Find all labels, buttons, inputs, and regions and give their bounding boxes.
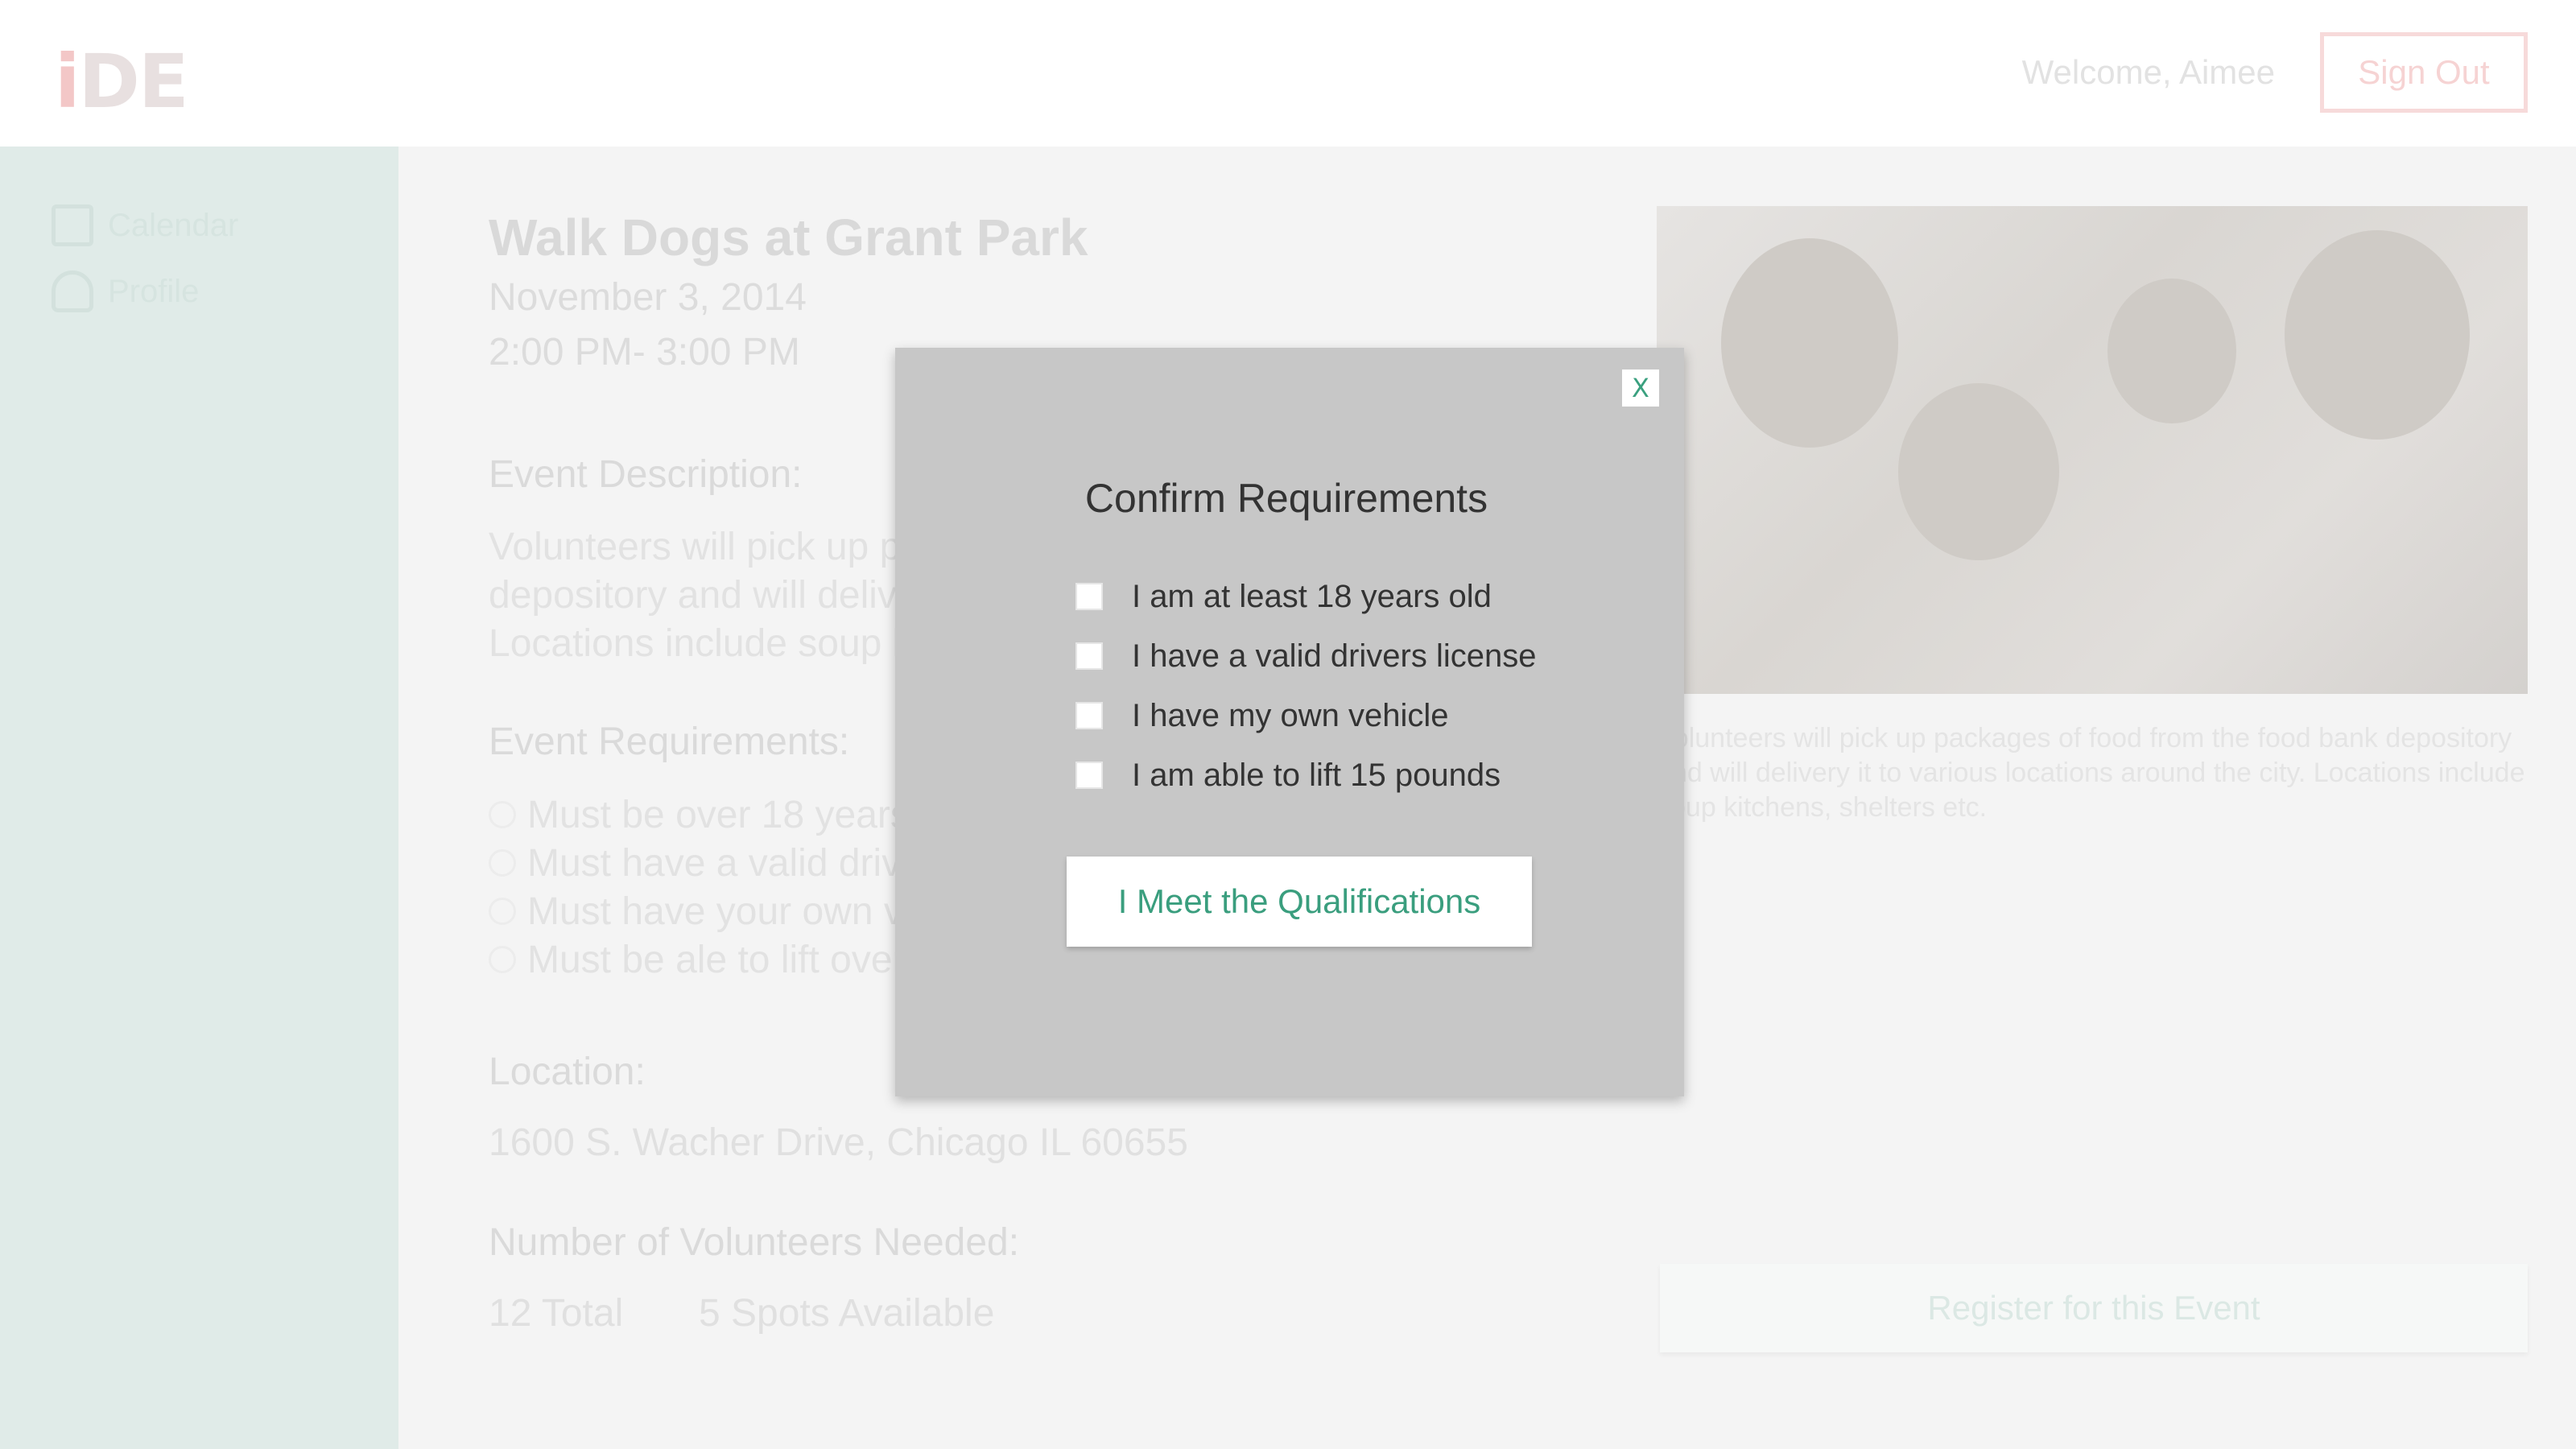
volunteers-total: 12 Total [489,1292,624,1335]
close-button[interactable]: X [1622,369,1659,407]
sidebar: Calendar Profile [0,147,398,1449]
register-button[interactable]: Register for this Event [1660,1264,2528,1352]
event-location: 1600 S. Wacher Drive, Chicago IL 60655 [489,1121,1188,1164]
requirements-checklist: I am at least 18 years old I have a vali… [1075,567,1536,805]
bullet-icon [489,801,516,828]
checkbox-row[interactable]: I have a valid drivers license [1075,626,1536,686]
modal-title: Confirm Requirements [1084,476,1488,521]
bullet-icon [489,946,516,973]
requirements-heading: Event Requirements: [489,720,850,763]
person-icon [52,270,93,312]
logo[interactable]: iDE [55,39,189,125]
sidebar-item-label: Profile [108,273,200,309]
bullet-icon [489,849,516,877]
sign-out-button[interactable]: Sign Out [2320,32,2528,113]
checkbox[interactable] [1075,583,1103,610]
location-heading: Location: [489,1051,646,1093]
sidebar-item-profile[interactable]: Profile [52,270,199,312]
checkbox[interactable] [1075,642,1103,670]
event-time: 2:00 PM- 3:00 PM [489,331,800,374]
bullet-icon [489,898,516,925]
event-photo-caption: Volunteers will pick up packages of food… [1657,723,2525,823]
checkbox-label: I have my own vehicle [1132,697,1449,733]
checkbox-row[interactable]: I am at least 18 years old [1075,567,1536,626]
confirm-requirements-modal: X Confirm Requirements I am at least 18 … [895,348,1684,1096]
checkbox[interactable] [1075,762,1103,789]
top-header: iDE Welcome, Aimee Sign Out [0,0,2576,147]
sidebar-item-calendar[interactable]: Calendar [52,204,238,246]
volunteers-available: 5 Spots Available [699,1292,995,1335]
checkbox[interactable] [1075,702,1103,729]
checkbox-label: I am able to lift 15 pounds [1132,757,1501,793]
checkbox-row[interactable]: I have my own vehicle [1075,686,1536,745]
event-photo [1657,206,2528,694]
welcome-text: Welcome, Aimee [2021,53,2275,91]
description-heading: Event Description: [489,453,803,496]
checkbox-row[interactable]: I am able to lift 15 pounds [1075,745,1536,805]
volunteers-heading: Number of Volunteers Needed: [489,1221,1020,1264]
event-date: November 3, 2014 [489,276,807,319]
event-title: Walk Dogs at Grant Park [489,208,1088,266]
checkbox-label: I have a valid drivers license [1132,638,1537,674]
sidebar-item-label: Calendar [108,207,239,243]
checkbox-label: I am at least 18 years old [1132,578,1492,614]
calendar-icon [52,204,93,246]
meet-qualifications-button[interactable]: I Meet the Qualifications [1067,857,1532,947]
